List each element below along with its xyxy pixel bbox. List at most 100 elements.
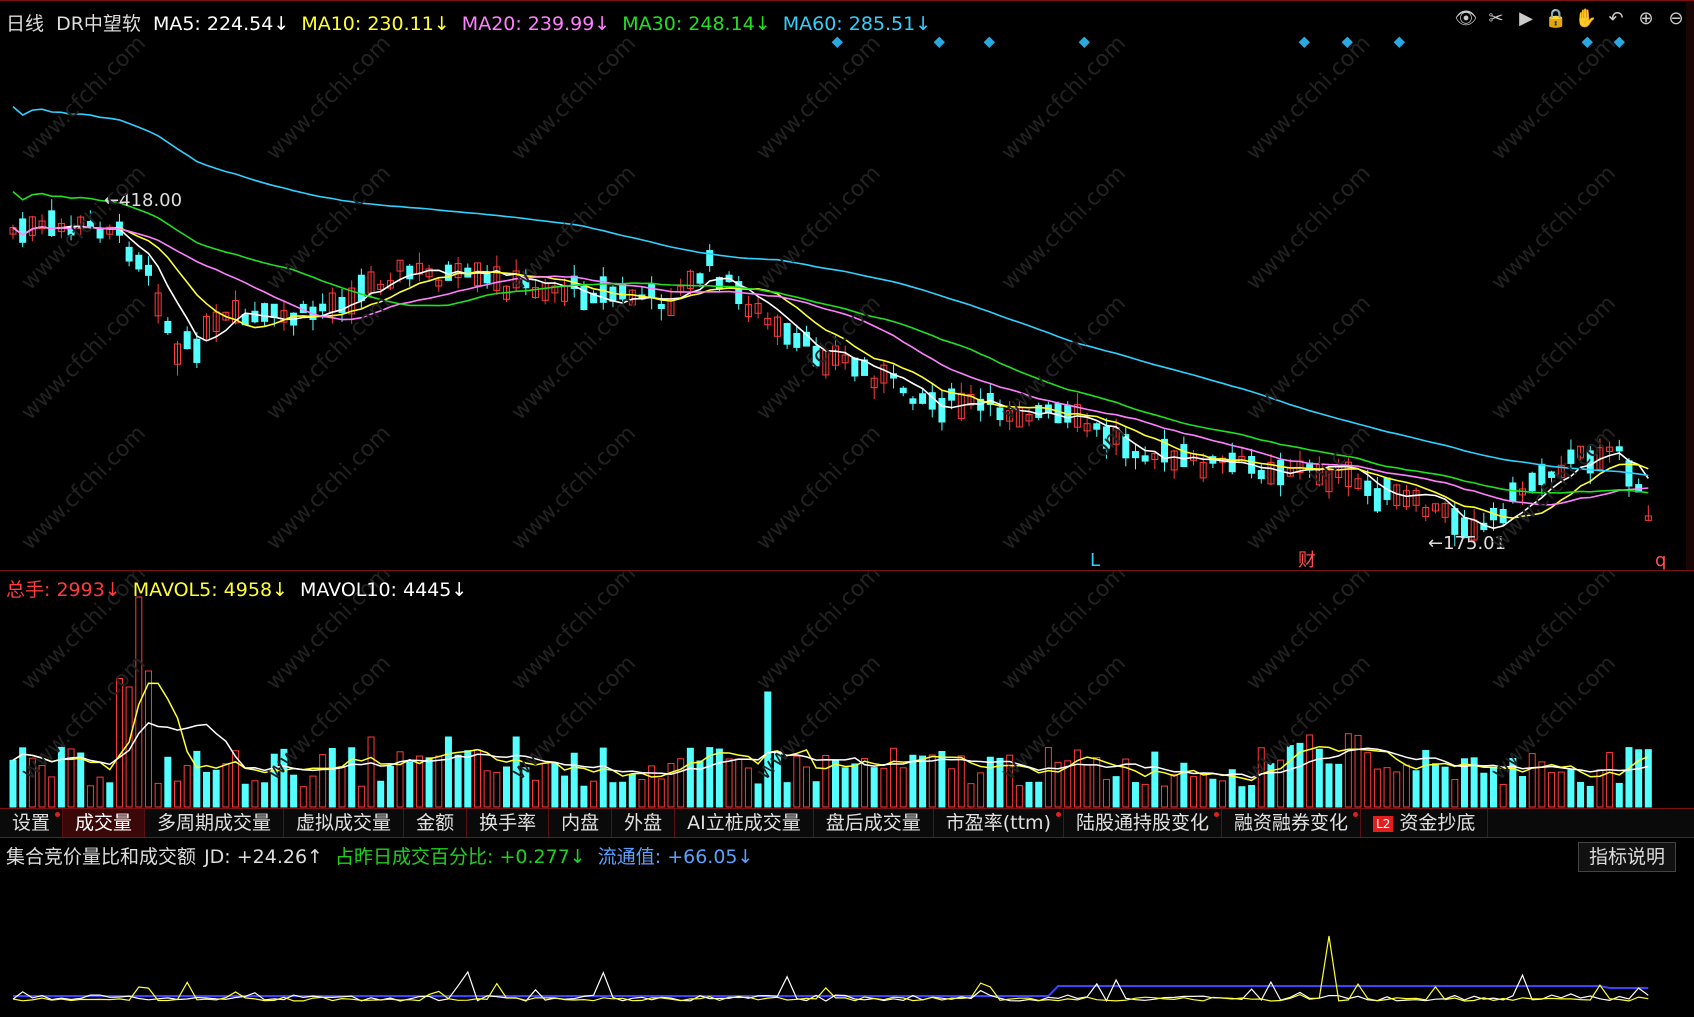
jd-value: JD: +24.26↑ bbox=[204, 846, 323, 868]
tab-1[interactable]: 成交量 bbox=[63, 809, 146, 837]
volume-bar bbox=[541, 762, 549, 808]
volume-bar bbox=[1209, 778, 1217, 808]
volume-bar bbox=[851, 763, 859, 808]
volume-bar bbox=[754, 783, 762, 808]
indicator-explain-button[interactable]: 指标说明 bbox=[1577, 842, 1676, 872]
indicator-panel[interactable]: 集合竞价量比和成交额 JD: +24.26↑ 占昨日成交百分比: +0.277↓… bbox=[0, 836, 1694, 1017]
tab-label: AI立桩成交量 bbox=[687, 812, 801, 834]
volume-bar bbox=[377, 780, 385, 808]
right-scroll-strip[interactable] bbox=[1686, 1, 1694, 571]
candle-body bbox=[183, 331, 191, 350]
lock-icon[interactable]: 🔒 bbox=[1544, 7, 1568, 31]
tab-7[interactable]: 外盘 bbox=[612, 809, 676, 837]
volume-bar bbox=[890, 747, 898, 808]
eye-icon[interactable]: 👁 bbox=[1454, 7, 1478, 31]
tab-12[interactable]: 融资融券变化 bbox=[1222, 809, 1362, 837]
volume-bar bbox=[309, 775, 317, 808]
indicator-legend: 集合竞价量比和成交额 JD: +24.26↑ 占昨日成交百分比: +0.277↓… bbox=[6, 842, 759, 869]
volume-bar bbox=[1170, 774, 1178, 808]
tab-8[interactable]: AI立桩成交量 bbox=[675, 809, 814, 837]
candle-body bbox=[909, 398, 917, 404]
candle-body bbox=[1373, 488, 1381, 512]
tab-9[interactable]: 盘后成交量 bbox=[814, 809, 934, 837]
candle-body bbox=[1131, 451, 1139, 459]
watermark: www.cfchi.com bbox=[262, 421, 396, 555]
marker-l: L bbox=[1090, 550, 1100, 571]
volume-bar bbox=[1190, 776, 1198, 808]
volume-bar bbox=[986, 756, 994, 808]
volume-bar bbox=[164, 756, 172, 808]
ma5-value: MA5: 224.54↓ bbox=[152, 13, 290, 35]
volume-bar bbox=[696, 760, 704, 808]
volume-bar bbox=[977, 772, 985, 808]
volume-bar bbox=[580, 785, 588, 808]
candle-body bbox=[899, 387, 907, 394]
play-icon[interactable]: ▶ bbox=[1514, 7, 1538, 31]
candle-body bbox=[1180, 444, 1188, 468]
volume-bar bbox=[793, 755, 801, 808]
watermark: www.cfchi.com bbox=[17, 291, 151, 425]
tab-11[interactable]: 陆股通持股变化 bbox=[1064, 809, 1222, 837]
volume-bar bbox=[551, 762, 559, 808]
volume-bar bbox=[677, 758, 685, 808]
new-dot-icon bbox=[55, 812, 61, 817]
watermark: www.cfchi.com bbox=[507, 291, 641, 425]
scissors-icon[interactable]: ✂ bbox=[1484, 7, 1508, 31]
volume-bar bbox=[570, 752, 578, 808]
tab-4[interactable]: 金额 bbox=[404, 809, 468, 837]
volume-bar bbox=[1199, 773, 1207, 808]
volume-bar bbox=[212, 769, 220, 808]
volume-bar bbox=[1557, 771, 1565, 808]
volume-bar bbox=[1364, 752, 1372, 808]
volume-bar bbox=[686, 747, 694, 808]
volume-bar bbox=[1180, 762, 1188, 808]
volume-bar bbox=[493, 771, 501, 808]
volume-bar bbox=[1325, 763, 1333, 808]
volume-bar bbox=[1441, 766, 1449, 808]
watermark: www.cfchi.com bbox=[752, 291, 886, 425]
volume-bar bbox=[251, 780, 259, 808]
volume-bar bbox=[48, 776, 56, 808]
tab-13[interactable]: L2 资金抄底 bbox=[1361, 809, 1489, 837]
candle-body bbox=[696, 273, 704, 284]
volume-bar bbox=[1044, 747, 1052, 808]
volume-chart[interactable]: www.cfchi.com www.cfchi.com www.cfchi.com w… bbox=[0, 571, 1694, 809]
tab-2[interactable]: 多周期成交量 bbox=[145, 809, 285, 837]
candle-body bbox=[48, 210, 56, 237]
price-chart-panel[interactable]: ←418.00 ←175.01 L 财 q www.cfchi.com www.cfchi.… bbox=[0, 0, 1694, 571]
pct-line bbox=[12, 935, 1649, 1002]
indicator-tab-bar: 设置 成交量 多周期成交量 虚拟成交量 金额 换手率 内盘 外盘 AI立桩成交量 盘后成交量 市盈率… bbox=[0, 808, 1694, 838]
watermark: www.cfchi.com bbox=[752, 31, 886, 165]
tab-3[interactable]: 虚拟成交量 bbox=[284, 809, 405, 837]
mavol10-value: MAVOL10: 4445↓ bbox=[300, 579, 468, 601]
zoom-in-icon[interactable]: ⊕ bbox=[1634, 7, 1658, 31]
tab-6[interactable]: 内盘 bbox=[549, 809, 613, 837]
tab-label: 多周期成交量 bbox=[157, 812, 272, 834]
volume-bar bbox=[657, 778, 665, 808]
flow-line bbox=[13, 985, 1649, 997]
l2-badge: L2 bbox=[1373, 815, 1394, 832]
watermark: www.cfchi.com bbox=[1487, 291, 1621, 425]
volume-bar bbox=[1402, 764, 1410, 808]
volume-bar bbox=[1412, 770, 1420, 808]
zoom-out-icon[interactable]: ⊖ bbox=[1664, 7, 1688, 31]
volume-bar bbox=[19, 747, 27, 808]
candle-body bbox=[251, 310, 259, 323]
volume-bar bbox=[1538, 761, 1546, 808]
volume-bar bbox=[1567, 769, 1575, 808]
pct-value: 占昨日成交百分比: +0.277↓ bbox=[335, 846, 586, 868]
volume-bar bbox=[909, 754, 917, 808]
tab-5[interactable]: 换手率 bbox=[467, 809, 550, 837]
volume-bar bbox=[473, 749, 481, 808]
candle-body bbox=[483, 273, 491, 284]
volume-panel[interactable]: www.cfchi.com www.cfchi.com www.cfchi.com w… bbox=[0, 570, 1694, 808]
candle-body bbox=[648, 283, 656, 299]
volume-bar bbox=[96, 776, 104, 808]
tab-0[interactable]: 设置 bbox=[0, 809, 64, 837]
candlestick-chart[interactable]: ←418.00←175.01L 财 qwww.cfchi.com www.cfchi.… bbox=[0, 1, 1694, 571]
volume-bar bbox=[1102, 778, 1110, 808]
undo-icon[interactable]: ↶ bbox=[1604, 7, 1628, 31]
tab-10[interactable]: 市盈率(ttm) bbox=[934, 809, 1064, 837]
volume-bar bbox=[1480, 772, 1488, 808]
hand-icon[interactable]: ✋ bbox=[1574, 7, 1598, 31]
